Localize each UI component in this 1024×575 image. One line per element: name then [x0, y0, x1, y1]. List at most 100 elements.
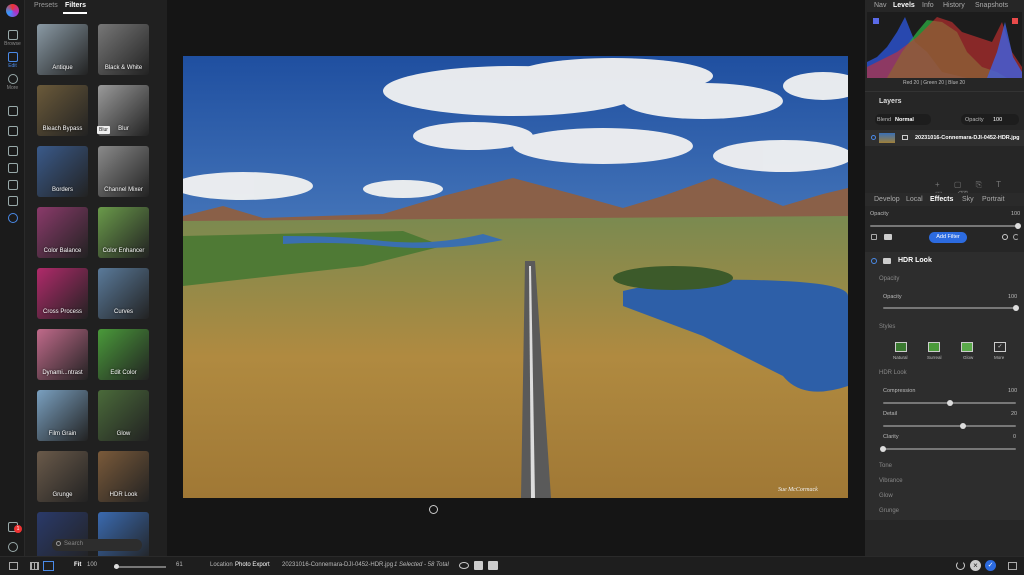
mask-icon [7, 163, 18, 173]
filter-thumb[interactable]: Antique [37, 24, 88, 75]
eye-icon[interactable] [459, 562, 469, 569]
masking-tool[interactable] [0, 163, 25, 174]
brush-icon [7, 146, 18, 156]
layer-visibility-icon[interactable] [871, 135, 876, 140]
edit-button[interactable]: Edit [0, 52, 25, 69]
grunge-section[interactable]: Grunge [879, 508, 899, 514]
app-logo-icon [6, 4, 19, 17]
detail-knob[interactable] [959, 423, 966, 429]
effects-opacity-slider[interactable] [870, 223, 1021, 229]
filter-thumb[interactable]: HDR Look [98, 451, 149, 502]
highlight-clip-icon[interactable] [1012, 18, 1018, 24]
camera-icon[interactable] [871, 234, 877, 240]
tab-info[interactable]: Info [922, 2, 934, 9]
blur-tooltip: Blur [97, 126, 110, 134]
histogram-readout: Red 20 | Green 20 | Blue 20 [903, 80, 966, 86]
crop-tool[interactable] [0, 106, 25, 117]
tab-develop[interactable]: Develop [874, 196, 900, 203]
reset-icon[interactable] [1013, 234, 1019, 240]
location-value[interactable]: Photo Export [235, 562, 270, 568]
thumb-size-knob[interactable] [114, 564, 119, 569]
photo-watermark: Sue McCormack [778, 487, 818, 493]
tab-portrait[interactable]: Portrait [982, 196, 1005, 203]
filter-thumb-label: Curves [113, 309, 133, 315]
thumb-size-slider[interactable] [114, 564, 166, 569]
cancel-icon[interactable]: × [970, 560, 981, 571]
layer-opacity-select[interactable]: Opacity 100 [961, 114, 1019, 125]
retouch-icon [7, 196, 18, 206]
filter-mask-icon[interactable] [883, 258, 891, 264]
fit-label[interactable]: Fit [74, 562, 81, 568]
effects-opacity-knob[interactable] [1015, 223, 1021, 229]
filter-thumb[interactable]: Channel Mixer [98, 146, 149, 197]
shadow-clip-icon[interactable] [873, 18, 879, 24]
style-glow-icon[interactable] [961, 342, 973, 352]
opacity-section-title[interactable]: Opacity [879, 276, 899, 282]
tab-snapshots[interactable]: Snapshots [975, 2, 1008, 9]
transform-tool[interactable] [0, 126, 25, 137]
filter-thumb[interactable]: Film Grain [37, 390, 88, 441]
layer-row[interactable]: 20231016-Connemara-DJI-0452-HDR.jpg [865, 130, 1024, 146]
tab-local[interactable]: Local [906, 196, 923, 203]
filter-thumb[interactable]: Grunge [37, 451, 88, 502]
filter-thumb[interactable]: Cross Process [37, 268, 88, 319]
filter-thumb[interactable]: Black & White [98, 24, 149, 75]
mask-view-icon[interactable] [488, 561, 498, 570]
tab-filters[interactable]: Filters [65, 2, 86, 9]
inner-opacity-knob[interactable] [1013, 305, 1019, 311]
inner-opacity-slider[interactable] [883, 305, 1019, 311]
clarity-knob[interactable] [880, 446, 886, 452]
filter-visibility-icon[interactable] [871, 258, 877, 264]
browse-button[interactable]: Browse [0, 30, 25, 47]
vibrance-section[interactable]: Vibrance [879, 478, 903, 484]
detail-slider[interactable] [883, 423, 1016, 429]
glow-section[interactable]: Glow [879, 493, 893, 499]
filter-thumb[interactable]: Bleach Bypass [37, 85, 88, 136]
add-filter-button[interactable]: Add Filter [929, 232, 967, 243]
tab-nav[interactable]: Nav [874, 2, 886, 9]
filter-thumb[interactable]: Dynami...ntrast [37, 329, 88, 380]
clarity-slider[interactable] [880, 446, 1016, 452]
zoom-value[interactable]: 100 [87, 562, 97, 568]
filters-panel: Presets Filters Antique Black & White Blea… [25, 0, 182, 563]
mask-icon[interactable] [884, 234, 892, 240]
filter-thumb[interactable]: Curves [98, 268, 149, 319]
style-natural-icon[interactable] [895, 342, 907, 352]
compression-slider[interactable] [883, 400, 1016, 406]
more-button[interactable]: More [0, 74, 25, 91]
retouch-tool[interactable] [0, 196, 25, 207]
compression-knob[interactable] [946, 400, 953, 406]
filter-thumb[interactable]: Edit Color [98, 329, 149, 380]
inner-opacity-value: 100 [1008, 294, 1018, 300]
gear-icon[interactable] [1002, 234, 1008, 240]
compare-icon[interactable] [474, 561, 483, 570]
filename: 20231016-Connemara-DJI-0452-HDR.jpg [282, 562, 394, 568]
account-button[interactable] [0, 542, 25, 553]
undo-icon[interactable] [956, 561, 965, 570]
filter-thumb[interactable]: Borders [37, 146, 88, 197]
blend-select[interactable]: Blend Normal [875, 114, 931, 125]
zoom-tool[interactable] [0, 213, 25, 224]
tab-presets[interactable]: Presets [34, 2, 58, 9]
grid-view-icon[interactable] [30, 562, 39, 570]
filter-thumb[interactable]: Color Balance [37, 207, 88, 258]
style-surreal-icon[interactable] [928, 342, 940, 352]
tab-history[interactable]: History [943, 2, 965, 9]
filter-thumb-label: Bleach Bypass [42, 126, 83, 132]
erase-tool[interactable] [0, 180, 25, 191]
right-panel-toggle-icon[interactable] [1008, 562, 1017, 570]
main-photo[interactable]: Sue McCormack [183, 56, 848, 498]
filter-search-input[interactable]: Search [52, 539, 142, 551]
filter-thumb[interactable]: Glow [98, 390, 149, 441]
style-more-icon[interactable]: ✓ [994, 342, 1006, 352]
done-icon[interactable]: ✓ [985, 560, 996, 571]
brush-tool[interactable] [0, 146, 25, 157]
panel-toggle-icon[interactable] [9, 562, 18, 570]
detail-view-icon[interactable] [43, 561, 54, 571]
tab-levels[interactable]: Levels [893, 2, 915, 9]
filter-thumb[interactable]: Color Enhancer [98, 207, 149, 258]
tab-effects[interactable]: Effects [930, 196, 953, 203]
tab-sky[interactable]: Sky [962, 196, 974, 203]
selection-count: 1 Selected - 58 Total [394, 562, 449, 568]
tone-section[interactable]: Tone [879, 463, 892, 469]
